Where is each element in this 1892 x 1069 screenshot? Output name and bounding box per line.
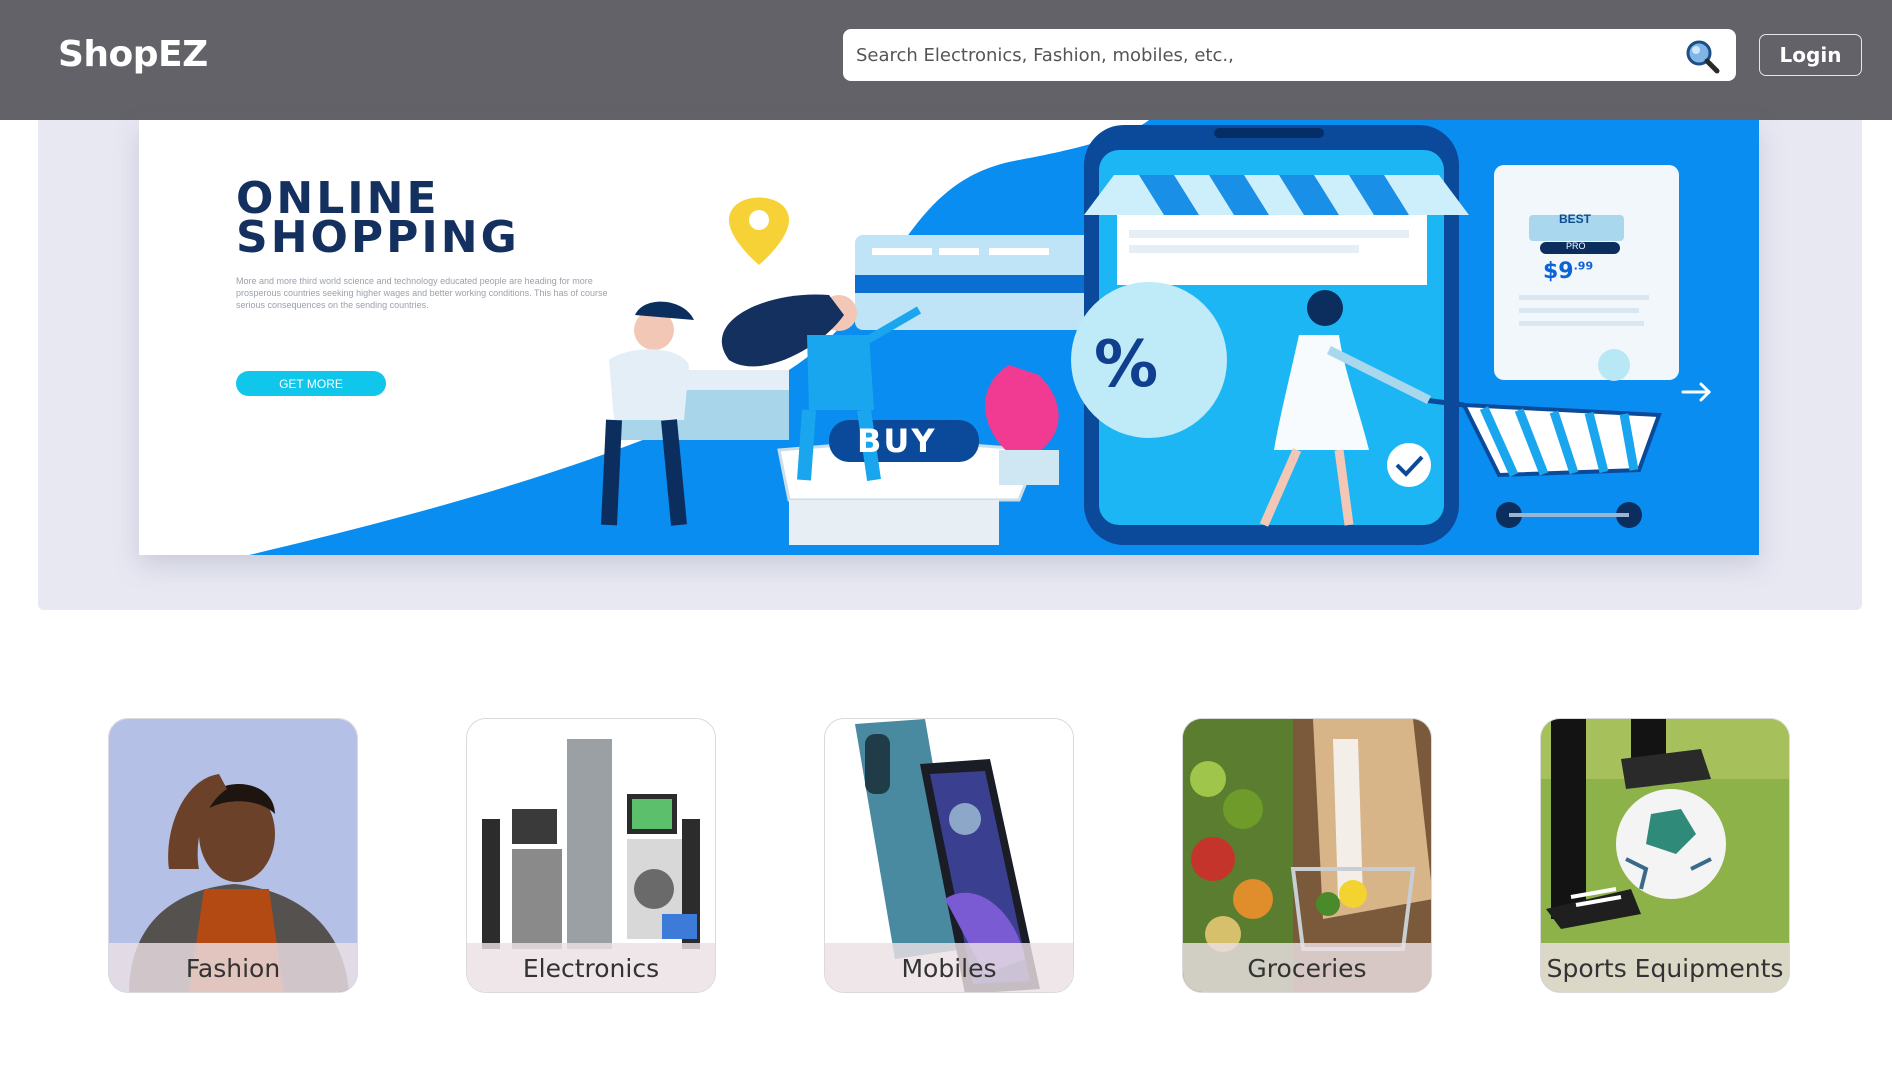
category-card-electronics[interactable]: Electronics (466, 718, 716, 993)
category-label: Sports Equipments (1541, 943, 1789, 992)
price-tag-title: BEST (1559, 212, 1592, 226)
price-main: $9 (1543, 259, 1574, 284)
category-card-groceries[interactable]: Groceries (1182, 718, 1432, 993)
get-more-button[interactable]: GET MORE (236, 371, 386, 396)
banner-description: More and more third world science and te… (236, 276, 608, 310)
login-button[interactable]: Login (1759, 34, 1862, 76)
category-card-mobiles[interactable]: Mobiles (824, 718, 1074, 993)
top-navbar: ShopEZ Login (0, 0, 1892, 120)
search-icon[interactable] (1683, 37, 1723, 75)
category-card-fashion[interactable]: Fashion (108, 718, 358, 993)
banner-title-line2: SHOPPING (236, 212, 520, 263)
buy-label: BUY (857, 422, 937, 460)
arrow-right-icon[interactable] (1679, 377, 1715, 407)
category-card-sports[interactable]: Sports Equipments (1540, 718, 1790, 993)
price-tag-price: $9.99 (1543, 259, 1593, 284)
category-label: Groceries (1183, 943, 1431, 992)
percent-label: % (1094, 328, 1159, 402)
price-tag-badge: PRO (1566, 241, 1586, 251)
search-input[interactable] (843, 29, 1663, 81)
price-cents: .99 (1573, 259, 1594, 273)
brand-logo[interactable]: ShopEZ (58, 34, 208, 75)
category-label: Electronics (467, 943, 715, 992)
category-label: Mobiles (825, 943, 1073, 992)
banner-slide[interactable]: ONLINE SHOPPING More and more third worl… (139, 120, 1759, 555)
category-label: Fashion (109, 943, 357, 992)
hero-carousel: ONLINE SHOPPING More and more third worl… (38, 120, 1862, 610)
search-bar (843, 29, 1736, 81)
